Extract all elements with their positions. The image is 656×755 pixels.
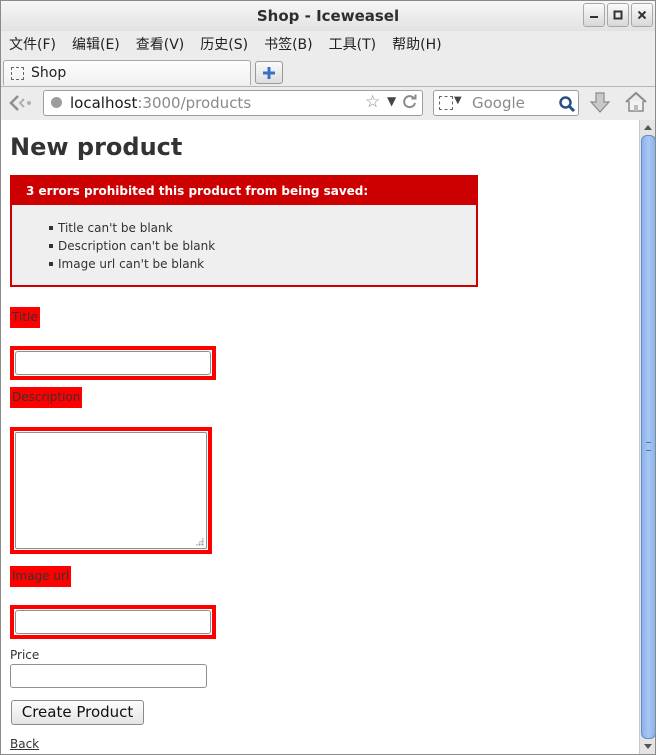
- reload-button[interactable]: [402, 94, 418, 114]
- search-button[interactable]: [558, 95, 576, 117]
- window-title: Shop - Iceweasel: [256, 7, 400, 25]
- browser-window: Shop - Iceweasel 文件(F) 编辑(E) 查看(V) 历史(S)…: [0, 0, 656, 755]
- url-input[interactable]: localhost:3000/products: [70, 94, 251, 112]
- scroll-down-arrow-icon: [644, 744, 652, 749]
- close-button[interactable]: [631, 3, 653, 27]
- image-url-field-border: [12, 607, 214, 637]
- error-item-description: Description can't be blank: [12, 237, 215, 255]
- title-bar: Shop - Iceweasel: [1, 1, 655, 31]
- error-header: 3 errors prohibited this product from be…: [12, 177, 476, 205]
- title-field-error-wrapper: [10, 346, 216, 380]
- back-arrow-icon: [9, 95, 31, 111]
- menu-bookmarks[interactable]: 书签(B): [256, 32, 321, 58]
- url-path: :3000/products: [137, 94, 252, 112]
- title-label: Title: [10, 307, 40, 328]
- price-label: Price: [10, 648, 40, 662]
- menu-bar: 文件(F) 编辑(E) 查看(V) 历史(S) 书签(B) 工具(T) 帮助(H…: [1, 32, 655, 58]
- search-engine-dropdown-icon[interactable]: ▼: [454, 95, 462, 106]
- maximize-button[interactable]: [607, 3, 629, 27]
- menu-edit[interactable]: 编辑(E): [64, 32, 128, 58]
- scrollbar-thumb[interactable]: [641, 135, 655, 739]
- resize-grip-icon[interactable]: [195, 537, 204, 546]
- error-item-image-url: Image url can't be blank: [12, 255, 215, 273]
- create-product-button[interactable]: Create Product: [11, 700, 144, 725]
- magnifier-icon: [559, 96, 576, 113]
- description-field-border: [12, 429, 210, 552]
- title-field-border: [12, 348, 214, 378]
- minimize-button[interactable]: [583, 3, 605, 27]
- page-favicon-icon: [11, 66, 24, 80]
- menu-history[interactable]: 历史(S): [192, 32, 256, 58]
- url-bar[interactable]: localhost:3000/products ☆ ▼: [43, 90, 423, 116]
- image-url-label: Image url: [10, 566, 72, 587]
- menu-view[interactable]: 查看(V): [128, 32, 193, 58]
- error-item-title: Title can't be blank: [12, 219, 215, 237]
- menu-help[interactable]: 帮助(H): [384, 32, 449, 58]
- price-input[interactable]: [10, 664, 207, 688]
- image-url-input[interactable]: [15, 610, 211, 634]
- window-controls: [581, 3, 653, 27]
- image-url-field-error-wrapper: [10, 605, 216, 639]
- tab-shop[interactable]: Shop: [3, 60, 251, 85]
- downloads-button[interactable]: [589, 91, 611, 119]
- menu-file[interactable]: 文件(F): [1, 32, 64, 58]
- scroll-up-arrow-icon: [644, 125, 652, 130]
- bookmark-star-icon[interactable]: ☆: [365, 92, 380, 112]
- navigation-toolbar: localhost:3000/products ☆ ▼ ▼ Google: [1, 86, 655, 121]
- menu-tools[interactable]: 工具(T): [321, 32, 384, 58]
- description-textarea[interactable]: [15, 432, 207, 549]
- close-icon: [637, 10, 647, 20]
- vertical-scrollbar[interactable]: [639, 120, 655, 754]
- search-bar[interactable]: ▼ Google: [433, 90, 579, 116]
- scrollbar-grip-icon: [646, 442, 651, 451]
- tab-strip: Shop: [1, 58, 655, 86]
- search-engine-icon[interactable]: [439, 96, 453, 110]
- scroll-down-button[interactable]: [640, 740, 655, 754]
- maximize-icon: [613, 10, 623, 20]
- home-button[interactable]: [624, 91, 648, 117]
- download-arrow-icon: [589, 92, 611, 113]
- back-button[interactable]: [7, 92, 35, 114]
- page-content: New product 3 errors prohibited this pro…: [1, 120, 639, 754]
- reload-icon: [403, 94, 417, 109]
- title-input[interactable]: [15, 351, 211, 375]
- tab-title: Shop: [31, 65, 67, 81]
- back-link[interactable]: Back: [10, 737, 39, 751]
- site-identity-icon[interactable]: [51, 97, 62, 108]
- minimize-icon: [590, 16, 598, 18]
- error-explanation: 3 errors prohibited this product from be…: [10, 175, 478, 287]
- description-field-error-wrapper: [10, 427, 212, 554]
- error-list: Title can't be blank Description can't b…: [12, 219, 215, 273]
- url-history-dropdown-icon[interactable]: ▼: [387, 94, 396, 108]
- description-label: Description: [10, 387, 83, 408]
- scroll-up-button[interactable]: [640, 120, 655, 134]
- url-host: localhost: [70, 94, 138, 112]
- new-tab-button[interactable]: [255, 61, 283, 84]
- page-title: New product: [10, 133, 183, 161]
- plus-icon: [263, 66, 275, 79]
- search-input[interactable]: Google: [472, 94, 525, 112]
- home-icon: [625, 91, 647, 112]
